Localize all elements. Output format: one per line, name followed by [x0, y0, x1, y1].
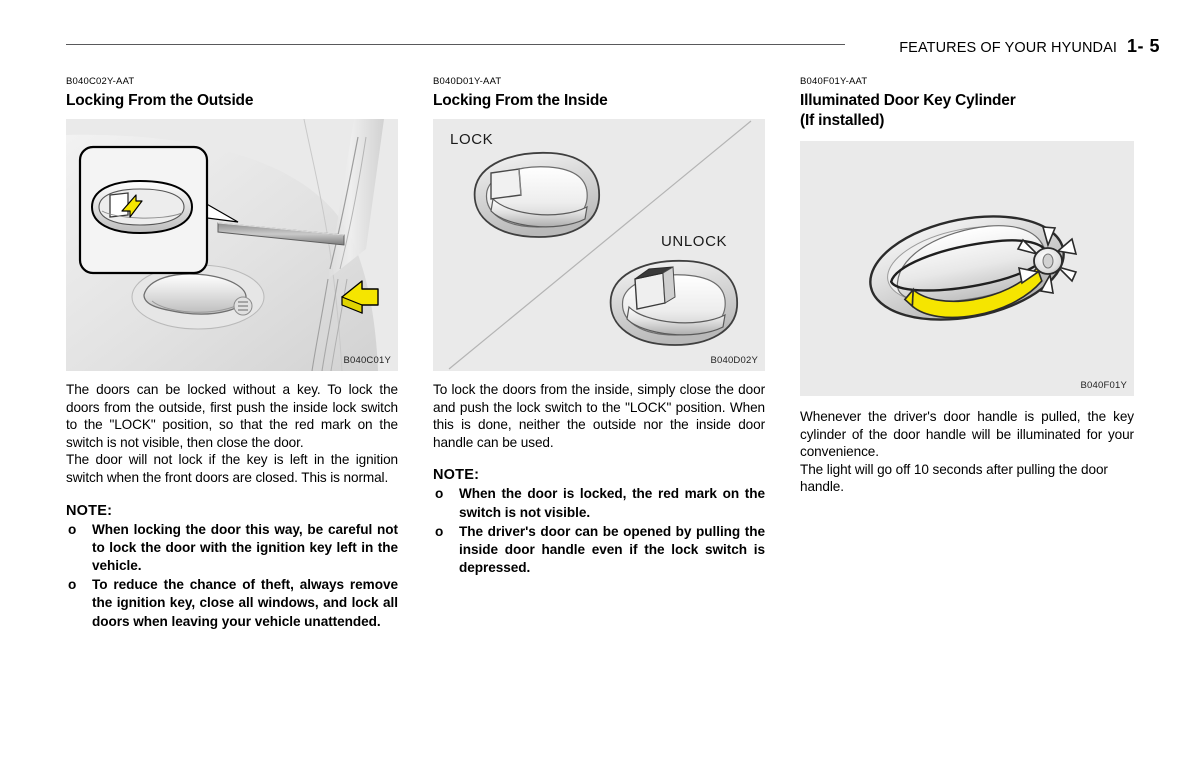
figure-code: B040D02Y	[710, 355, 758, 366]
note-text: To reduce the chance of theft, always re…	[92, 577, 398, 629]
section-code: B040D01Y-AAT	[433, 76, 502, 87]
figure-locking-from-outside: B040C01Y	[66, 119, 398, 371]
note-item: o When locking the door this way, be car…	[66, 521, 398, 576]
section-title-line2: (If installed)	[800, 112, 885, 129]
section-title: Illuminated Door Key Cylinder	[800, 92, 1016, 109]
note-bullet: o	[435, 523, 444, 539]
section-code: B040C02Y-AAT	[66, 76, 135, 87]
figure-code: B040F01Y	[1080, 380, 1127, 391]
figure-label-unlock: UNLOCK	[661, 233, 728, 250]
note-text: The driver's door can be opened by pulli…	[459, 523, 765, 576]
body-paragraph: The light will go off 10 seconds after p…	[800, 461, 1108, 495]
note-item: o To reduce the chance of theft, always …	[66, 576, 398, 631]
note-text: When the door is locked, the red mark on…	[459, 486, 765, 520]
figure-code: B040C01Y	[343, 355, 391, 366]
note-list: o When locking the door this way, be car…	[66, 521, 398, 631]
page-header: FEATURES OF YOUR HYUNDAI 1- 5	[0, 0, 1200, 70]
column-locking-from-the-outside: B040C02Y-AAT Locking From the Outside B0…	[66, 76, 398, 631]
header-rule	[66, 44, 845, 45]
section-code: B040F01Y-AAT	[800, 76, 868, 87]
note-text: When locking the door this way, be caref…	[92, 521, 398, 573]
note-heading: NOTE:	[433, 467, 480, 484]
outside-handle-illustration	[800, 141, 1134, 396]
inside-handle-lock	[473, 151, 600, 238]
body-paragraph: To lock the doors from the inside, simpl…	[433, 382, 765, 450]
body-paragraph: Whenever the driver's door handle is pul…	[800, 409, 1134, 460]
note-bullet: o	[68, 521, 77, 537]
inside-handle-unlock	[609, 259, 738, 346]
page-number: 1- 5	[1126, 36, 1160, 56]
figure-label-lock: LOCK	[450, 131, 494, 148]
note-bullet: o	[435, 486, 444, 502]
note-list: o When the door is locked, the red mark …	[433, 485, 765, 577]
figure-locking-from-inside: LOCK UNLOCK B040D02Y	[433, 119, 765, 371]
note-bullet: o	[68, 577, 77, 593]
section-title: Locking From the Outside	[66, 92, 254, 109]
header-title: FEATURES OF YOUR HYUNDAI	[899, 40, 1117, 56]
note-heading: NOTE:	[66, 502, 113, 519]
figure-illuminated-key-cylinder: B040F01Y	[800, 141, 1134, 396]
section-title: Locking From the Inside	[433, 92, 608, 109]
door-outside-illustration	[66, 119, 398, 371]
note-item: o The driver's door can be opened by pul…	[433, 523, 765, 578]
note-item: o When the door is locked, the red mark …	[433, 485, 765, 521]
body-paragraph: The door will not lock if the key is lef…	[66, 452, 398, 485]
body-paragraph: The doors can be locked without a key. T…	[66, 382, 398, 450]
column-illuminated-door-key-cylinder: B040F01Y-AAT Illuminated Door Key Cylind…	[800, 76, 1134, 496]
column-locking-from-the-inside: B040D01Y-AAT Locking From the Inside LOC…	[433, 76, 765, 577]
